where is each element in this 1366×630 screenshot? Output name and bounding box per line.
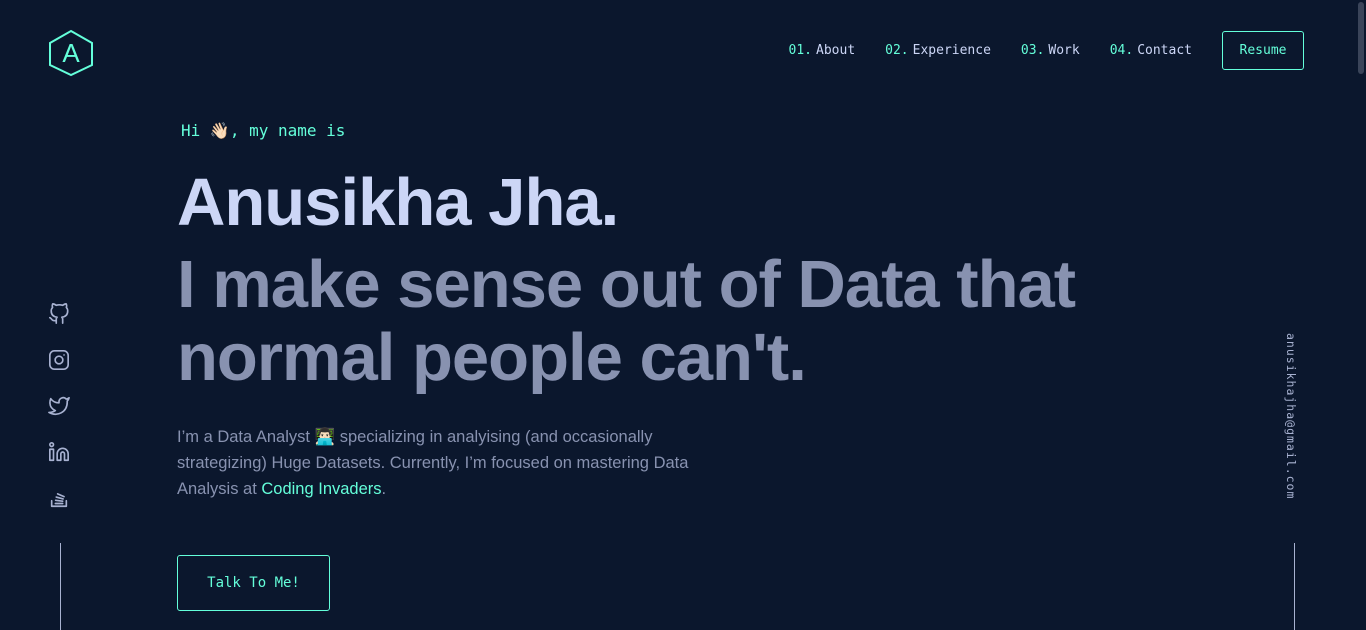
bio-text: I’m a Data Analyst 👨🏻‍💻 specializing in … — [177, 428, 689, 498]
nav-number: 03. — [1020, 43, 1045, 58]
instagram-icon[interactable] — [48, 349, 70, 371]
hero-name: Anusikha Jha. — [177, 165, 619, 240]
nav-number: 01. — [788, 43, 813, 58]
right-divider-line — [1294, 543, 1295, 630]
nav-item-about[interactable]: 01. About — [789, 43, 856, 58]
nav-label: Experience — [912, 43, 991, 58]
nav-number: 04. — [1109, 43, 1134, 58]
talk-to-me-button[interactable]: Talk To Me! — [177, 555, 330, 611]
hero-tagline: I make sense out of Data that normal peo… — [177, 247, 1076, 395]
nav-label: Contact — [1137, 43, 1192, 58]
nav-number: 02. — [885, 43, 909, 58]
nav-label: Work — [1048, 43, 1080, 58]
twitter-icon[interactable] — [48, 395, 70, 417]
github-icon[interactable] — [48, 303, 70, 325]
linkedin-icon[interactable] — [48, 441, 70, 463]
stackoverflow-icon[interactable] — [48, 487, 70, 509]
nav-item-experience[interactable]: 02. Experience — [885, 43, 991, 58]
left-divider-line — [60, 543, 61, 630]
email-link[interactable]: anusikhajha@gmail.com — [1284, 333, 1298, 499]
nav-item-contact[interactable]: 04. Contact — [1110, 43, 1192, 58]
logo-icon[interactable]: A — [48, 29, 94, 77]
logo-letter: A — [62, 38, 80, 68]
page-scrollbar[interactable] — [1356, 0, 1366, 630]
main-nav: 01. About 02. Experience 03. Work 04. Contac… — [789, 31, 1304, 70]
nav-item-work[interactable]: 03. Work — [1021, 43, 1080, 58]
hero-bio: I’m a Data Analyst 👨🏻‍💻 specializing in … — [177, 424, 737, 502]
scrollbar-thumb[interactable] — [1358, 2, 1364, 74]
social-links — [48, 303, 72, 533]
resume-button[interactable]: Resume — [1222, 31, 1304, 70]
nav-label: About — [816, 43, 856, 58]
bio-text-end: . — [381, 480, 387, 498]
hero-greeting: Hi 👋🏻, my name is — [181, 121, 346, 140]
coding-invaders-link[interactable]: Coding Invaders — [261, 480, 381, 498]
